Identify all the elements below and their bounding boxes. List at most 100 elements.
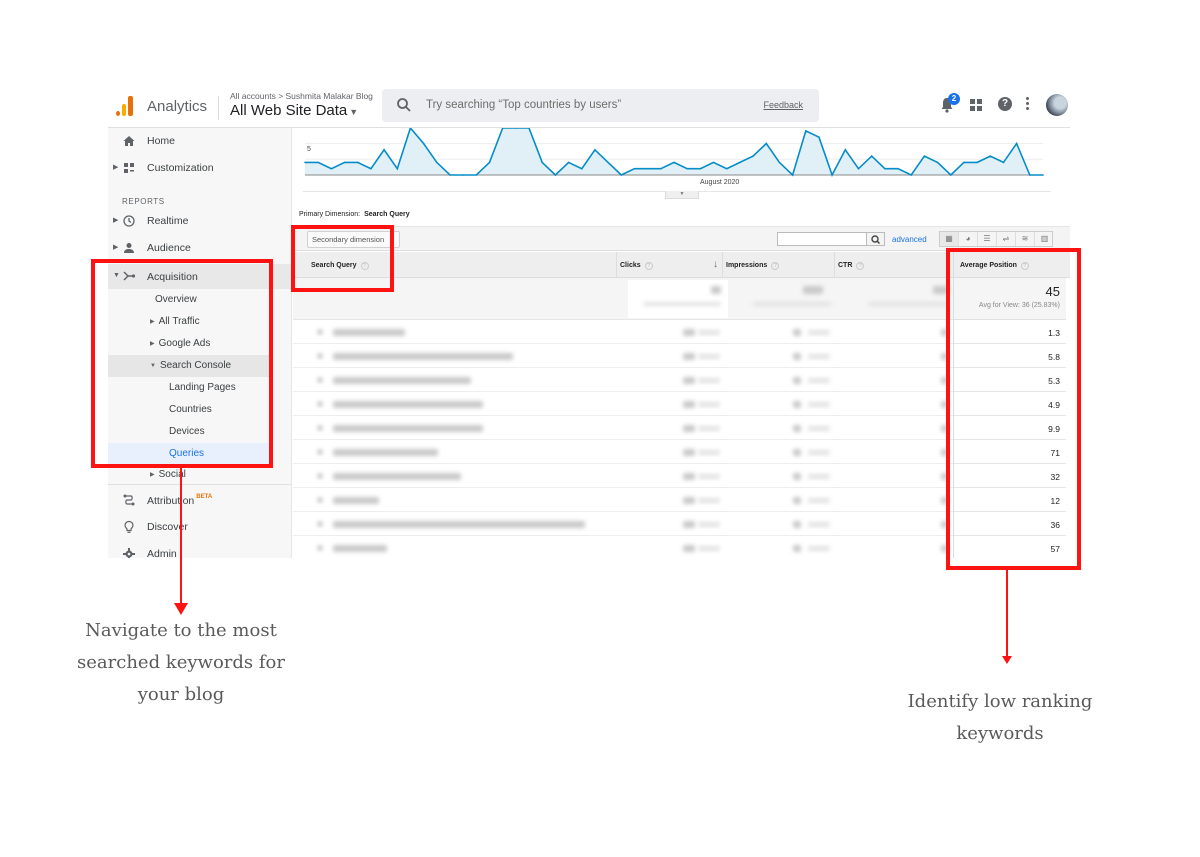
data-point[interactable] bbox=[699, 167, 702, 170]
sidebar-item-customization[interactable]: ▶ Customization bbox=[108, 157, 292, 179]
data-point[interactable] bbox=[752, 155, 754, 157]
data-point[interactable] bbox=[488, 161, 491, 164]
data-point[interactable] bbox=[462, 174, 464, 176]
data-point[interactable] bbox=[1042, 174, 1044, 176]
data-point[interactable] bbox=[976, 161, 978, 164]
data-point[interactable] bbox=[633, 167, 636, 170]
feedback-link[interactable]: Feedback bbox=[763, 100, 803, 110]
data-point[interactable] bbox=[620, 174, 623, 176]
table-view-icon[interactable]: ▦ bbox=[940, 232, 959, 246]
data-point[interactable] bbox=[607, 161, 609, 164]
data-point[interactable] bbox=[923, 155, 926, 157]
data-point[interactable] bbox=[936, 161, 939, 164]
blurred-clicks-value bbox=[683, 544, 695, 552]
data-point[interactable] bbox=[475, 174, 478, 176]
data-point[interactable] bbox=[541, 161, 543, 164]
column-header-clicks[interactable]: Clicks? ↓ bbox=[616, 252, 722, 278]
property-selector[interactable]: All Web Site Data ▼ bbox=[230, 102, 358, 119]
chart-collapse-toggle[interactable]: ▼ bbox=[665, 191, 699, 199]
data-point[interactable] bbox=[343, 161, 346, 164]
sidebar-item-realtime[interactable]: ▶ Realtime bbox=[108, 210, 292, 232]
data-point[interactable] bbox=[1002, 161, 1005, 164]
data-point[interactable] bbox=[884, 167, 886, 170]
blurred-search-query[interactable] bbox=[333, 376, 471, 384]
data-point[interactable] bbox=[791, 174, 794, 176]
y-tick-label: 5 bbox=[307, 146, 311, 153]
blurred-search-query[interactable] bbox=[333, 448, 438, 456]
data-point[interactable] bbox=[449, 174, 451, 176]
data-point[interactable] bbox=[857, 167, 860, 170]
data-point[interactable] bbox=[594, 149, 596, 151]
data-point[interactable] bbox=[1029, 174, 1031, 176]
blurred-search-query[interactable] bbox=[333, 424, 483, 432]
column-header-ctr[interactable]: CTR? bbox=[834, 252, 953, 278]
blurred-impressions-value bbox=[793, 544, 801, 552]
data-point[interactable] bbox=[1015, 142, 1018, 145]
sidebar-item-attribution[interactable]: Attribution BETA bbox=[108, 489, 292, 511]
data-point[interactable] bbox=[422, 142, 425, 145]
data-point[interactable] bbox=[831, 174, 833, 176]
data-point[interactable] bbox=[581, 167, 583, 170]
table-filter-input[interactable] bbox=[777, 232, 867, 246]
data-point[interactable] bbox=[989, 155, 992, 157]
comparison-view-icon[interactable]: ⇌ bbox=[997, 232, 1016, 246]
data-point[interactable] bbox=[304, 161, 306, 164]
data-point[interactable] bbox=[317, 161, 319, 164]
data-point[interactable] bbox=[712, 161, 715, 164]
data-point[interactable] bbox=[805, 130, 807, 132]
help-icon[interactable]: ? bbox=[856, 262, 865, 270]
more-vert-icon[interactable] bbox=[1026, 97, 1030, 112]
blurred-search-query[interactable] bbox=[333, 400, 483, 408]
blurred-search-query[interactable] bbox=[333, 328, 405, 336]
blurred-search-query[interactable] bbox=[333, 352, 513, 360]
data-point[interactable] bbox=[686, 167, 688, 170]
help-icon[interactable]: ? bbox=[644, 262, 653, 270]
data-point[interactable] bbox=[725, 167, 728, 170]
column-header-impressions[interactable]: Impressions? bbox=[722, 252, 834, 278]
data-point[interactable] bbox=[383, 149, 385, 151]
sidebar-item-audience[interactable]: ▶ Audience bbox=[108, 237, 292, 259]
sidebar-item-discover[interactable]: Discover bbox=[108, 516, 292, 538]
data-point[interactable] bbox=[370, 167, 372, 170]
data-point[interactable] bbox=[870, 155, 873, 157]
pie-view-icon[interactable]: ◕ bbox=[959, 232, 978, 246]
pivot-view-icon[interactable]: ▥ bbox=[1035, 232, 1054, 246]
data-point[interactable] bbox=[950, 174, 952, 176]
primary-dimension-value[interactable]: Search Query bbox=[364, 211, 410, 218]
blurred-impressions-value bbox=[793, 496, 801, 504]
search-bar[interactable]: Try searching “Top countries by users” F… bbox=[382, 89, 819, 122]
term-cloud-view-icon[interactable]: ≋ bbox=[1016, 232, 1035, 246]
help-icon[interactable]: ? bbox=[998, 97, 1012, 111]
data-point[interactable] bbox=[818, 136, 820, 138]
data-point[interactable] bbox=[567, 161, 570, 164]
data-point[interactable] bbox=[897, 167, 899, 170]
blurred-search-query[interactable] bbox=[333, 520, 585, 528]
apps-grid-icon[interactable] bbox=[970, 99, 982, 111]
data-point[interactable] bbox=[646, 167, 649, 170]
data-point[interactable] bbox=[356, 161, 359, 164]
blurred-search-query[interactable] bbox=[333, 472, 461, 480]
data-point[interactable] bbox=[660, 167, 662, 170]
help-icon[interactable]: ? bbox=[771, 262, 780, 270]
advanced-filter-link[interactable]: advanced bbox=[892, 235, 927, 244]
data-point[interactable] bbox=[844, 149, 847, 151]
data-point[interactable] bbox=[765, 142, 768, 145]
blurred-search-query[interactable] bbox=[333, 496, 379, 504]
data-point[interactable] bbox=[739, 161, 741, 164]
data-point[interactable] bbox=[910, 174, 912, 176]
data-point[interactable] bbox=[396, 167, 399, 170]
user-avatar[interactable] bbox=[1046, 94, 1068, 116]
sidebar-item-admin[interactable]: Admin bbox=[108, 543, 292, 558]
data-point[interactable] bbox=[778, 161, 781, 164]
data-point[interactable] bbox=[673, 161, 675, 164]
data-point[interactable] bbox=[436, 161, 438, 164]
performance-view-icon[interactable]: ☰ bbox=[978, 232, 997, 246]
table-filter-button[interactable] bbox=[867, 232, 885, 246]
data-point[interactable] bbox=[963, 161, 965, 164]
account-breadcrumb[interactable]: All accounts > Sushmita Malakar Blog bbox=[230, 91, 373, 101]
data-point[interactable] bbox=[330, 167, 333, 170]
data-point[interactable] bbox=[554, 174, 557, 176]
analytics-logo-icon[interactable] bbox=[116, 96, 134, 116]
blurred-search-query[interactable] bbox=[333, 544, 387, 552]
sidebar-item-home[interactable]: Home bbox=[108, 130, 292, 152]
